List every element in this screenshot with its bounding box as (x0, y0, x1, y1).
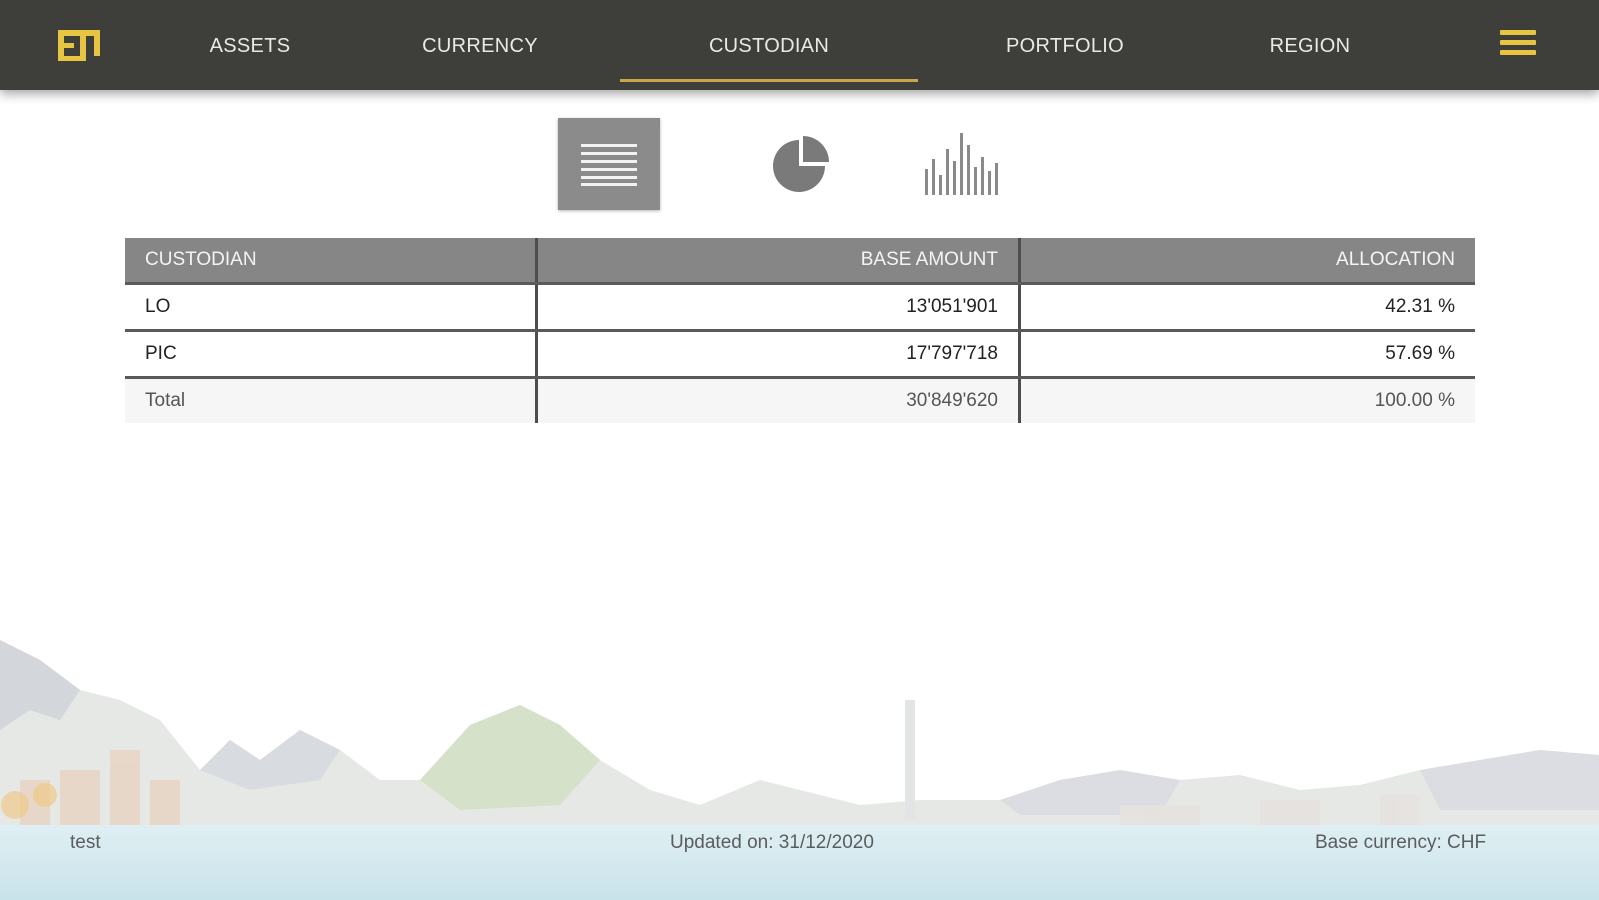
base-amount-cell: 17'797'718 (535, 330, 1020, 379)
table-view-button[interactable] (558, 118, 660, 210)
base-amount-cell: 13'051'901 (535, 283, 1020, 332)
top-nav-bar: ASSETS CURRENCY CUSTODIAN PORTFOLIO REGI… (0, 0, 1599, 90)
app-logo[interactable] (56, 26, 104, 66)
base-currency: Base currency: CHF (1315, 832, 1487, 853)
user-label: test (70, 832, 101, 853)
column-header-custodian[interactable]: CUSTODIAN (125, 238, 537, 285)
custodian-table: CUSTODIAN BASE AMOUNT ALLOCATION LO 13'0… (125, 238, 1475, 423)
pie-chart-icon (773, 136, 829, 192)
hamburger-icon[interactable] (1500, 30, 1536, 60)
custodian-cell: LO (125, 283, 537, 332)
bar-view-button[interactable] (910, 118, 1012, 210)
table-row[interactable]: PIC 17'797'718 57.69 % (125, 330, 1475, 379)
table-header-row: CUSTODIAN BASE AMOUNT ALLOCATION (125, 238, 1475, 285)
nav-tab-region[interactable]: REGION (1255, 0, 1365, 90)
allocation-cell: 57.69 % (1018, 330, 1475, 379)
nav-tab-currency[interactable]: CURRENCY (405, 0, 555, 90)
table-row[interactable]: LO 13'051'901 42.31 % (125, 283, 1475, 332)
custodian-cell: PIC (125, 330, 537, 379)
nav-tab-custodian[interactable]: CUSTODIAN (620, 0, 918, 90)
pie-view-button[interactable] (750, 118, 852, 210)
total-label: Total (125, 377, 537, 423)
landscape-illustration (0, 640, 1599, 900)
table-view-icon (581, 144, 637, 186)
total-base-amount: 30'849'620 (535, 377, 1020, 423)
updated-date: Updated on: 31/12/2020 (670, 832, 874, 853)
total-allocation: 100.00 % (1018, 377, 1475, 423)
total-row: Total 30'849'620 100.00 % (125, 377, 1475, 423)
column-header-allocation[interactable]: ALLOCATION (1018, 238, 1475, 285)
bar-chart-icon (925, 133, 998, 195)
nav-tab-portfolio[interactable]: PORTFOLIO (990, 0, 1140, 90)
nav-tab-assets[interactable]: ASSETS (190, 0, 310, 90)
column-header-base-amount[interactable]: BASE AMOUNT (535, 238, 1020, 285)
allocation-cell: 42.31 % (1018, 283, 1475, 332)
